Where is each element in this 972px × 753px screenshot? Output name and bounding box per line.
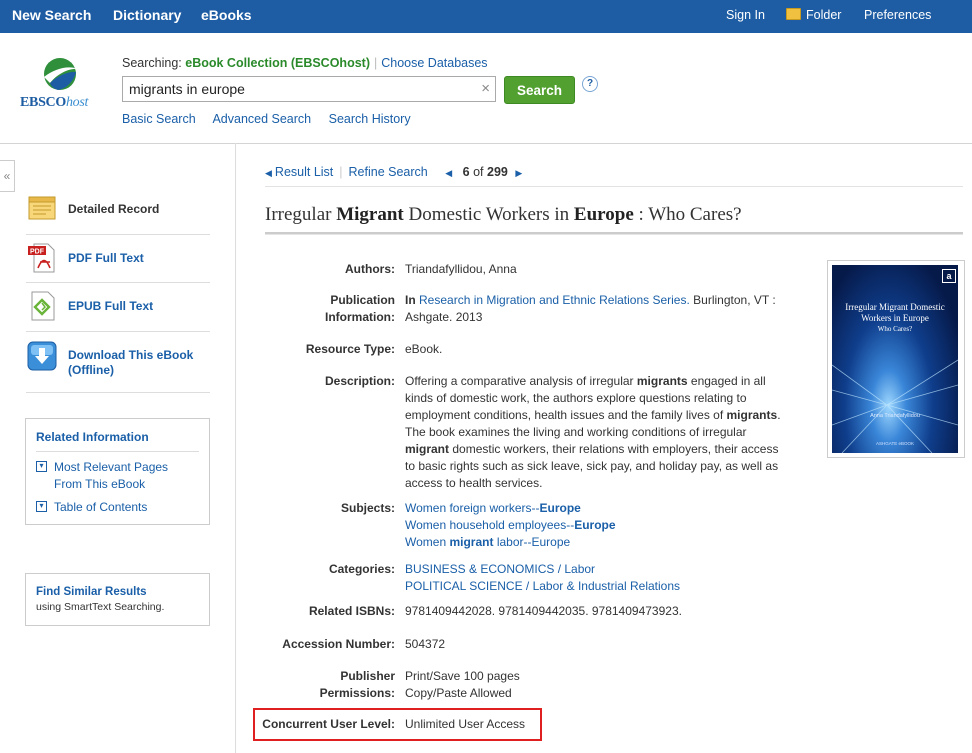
basic-search-link[interactable]: Basic Search — [122, 112, 196, 126]
next-result-arrow[interactable]: ▶ — [515, 168, 522, 178]
subject-link[interactable]: Women foreign workers--Europe — [405, 500, 616, 517]
detailed-record-label: Detailed Record — [68, 202, 160, 216]
cover-title: Irregular Migrant Domestic Workers in Eu… — [845, 302, 945, 323]
previous-result-arrow[interactable]: ◀ — [445, 168, 452, 178]
toc-link-icon: ▾ — [36, 501, 47, 512]
find-similar-box: Find Similar Results using SmartText Sea… — [25, 573, 210, 626]
column-divider — [235, 143, 236, 753]
epub-full-text-label: EPUB Full Text — [68, 299, 154, 313]
search-field: × — [122, 76, 496, 102]
pdf-full-text-item[interactable]: PDF PDF Full Text — [26, 242, 210, 274]
result-position: 6 of 299 — [462, 165, 508, 179]
subjects-list: Women foreign workers--Europe Women hous… — [405, 500, 616, 551]
advanced-search-link[interactable]: Advanced Search — [212, 112, 311, 126]
cover-publisher: ASHGATE eBOOK — [876, 441, 914, 446]
publisher-permissions-value: Print/Save 100 pages Copy/Paste Allowed — [405, 669, 520, 700]
refine-search-link[interactable]: Refine Search — [349, 165, 428, 179]
subject-link[interactable]: Women household employees--Europe — [405, 517, 616, 534]
find-similar-desc: using SmartText Searching. — [36, 601, 165, 613]
detailed-record-icon — [28, 196, 56, 220]
cover-author: Anna Triandafyllidou — [870, 413, 920, 419]
concurrent-user-level-label: Concurrent User Level: — [262, 717, 395, 731]
authors-label: Authors: — [345, 262, 395, 276]
accession-number-value: 504372 — [405, 637, 446, 651]
folder-link[interactable]: Folder — [786, 0, 841, 31]
result-list-link[interactable]: ◀ Result List — [265, 165, 333, 179]
searching-line: Searching: eBook Collection (EBSCOhost) |… — [122, 56, 488, 70]
download-icon — [27, 341, 57, 371]
concurrent-user-level-value: Unlimited User Access — [405, 717, 526, 731]
publisher-permissions-label: Publisher Permissions: — [319, 669, 395, 700]
cover-light-rays-icon — [832, 359, 958, 453]
choose-databases-link[interactable]: Choose Databases — [381, 56, 487, 70]
pdf-full-text-label: PDF Full Text — [68, 251, 144, 265]
related-isbns-label: Related ISBNs: — [308, 604, 395, 618]
help-icon[interactable]: ? — [582, 76, 598, 92]
table-of-contents-link[interactable]: Table of Contents — [54, 499, 147, 516]
category-link[interactable]: BUSINESS & ECONOMICS / Labor — [405, 561, 680, 578]
search-button[interactable]: Search — [504, 76, 575, 104]
epub-icon — [31, 291, 55, 321]
ebooks-link[interactable]: eBooks — [201, 0, 252, 31]
sign-in-link[interactable]: Sign In — [726, 0, 765, 31]
description-value: Offering a comparative analysis of irreg… — [405, 374, 781, 490]
folder-label: Folder — [806, 8, 842, 22]
new-search-link[interactable]: New Search — [12, 0, 91, 31]
related-information-box: Related Information ▾ Most Relevant Page… — [25, 418, 210, 525]
cover-subtitle: Who Cares? — [877, 325, 913, 333]
page-link-icon: ▾ — [36, 461, 47, 472]
download-ebook-label: Download This eBook (Offline) — [68, 348, 194, 377]
related-isbns-value: 9781409442028. 9781409442035. 9781409473… — [405, 604, 682, 618]
download-ebook-item[interactable]: Download This eBook (Offline) — [26, 340, 210, 380]
result-navigation: ◀ Result List | Refine Search ◀ 6 of 299 ▶ — [265, 165, 523, 179]
most-relevant-pages-link[interactable]: Most Relevant Pages From This eBook — [54, 459, 194, 493]
find-similar-link[interactable]: Find Similar Results — [36, 586, 147, 598]
search-input[interactable] — [129, 80, 469, 98]
clear-search-icon[interactable]: × — [481, 80, 490, 98]
series-link[interactable]: Research in Migration and Ethnic Relatio… — [419, 293, 690, 307]
database-name: eBook Collection (EBSCOhost) — [185, 56, 370, 70]
subject-link[interactable]: Women migrant labor--Europe — [405, 534, 616, 551]
categories-label: Categories: — [328, 562, 395, 576]
epub-full-text-item[interactable]: EPUB Full Text — [26, 290, 210, 322]
detailed-record-item[interactable]: Detailed Record — [26, 193, 210, 225]
search-header: EBSCOhost Searching: eBook Collection (E… — [0, 33, 972, 144]
ebsco-globe-icon — [44, 58, 78, 90]
ebscohost-logo[interactable]: EBSCOhost — [20, 55, 104, 115]
accession-number-label: Accession Number: — [282, 637, 395, 651]
category-link[interactable]: POLITICAL SCIENCE / Labor & Industrial R… — [405, 578, 680, 595]
publication-info-value: In Research in Migration and Ethnic Rela… — [405, 293, 776, 324]
related-information-title: Related Information — [36, 430, 149, 444]
pdf-icon: PDF — [28, 243, 55, 273]
dictionary-link[interactable]: Dictionary — [113, 0, 181, 31]
author-link[interactable]: Triandafyllidou, Anna — [405, 261, 517, 278]
searching-label: Searching: — [122, 56, 182, 70]
pdf-badge-text: PDF — [30, 249, 45, 256]
resource-type-label: Resource Type: — [305, 342, 395, 356]
publication-info-label: Publication Information: — [325, 293, 395, 324]
search-mode-links: Basic Search Advanced Search Search Hist… — [122, 112, 425, 126]
preferences-link[interactable]: Preferences — [864, 0, 931, 31]
folder-icon — [786, 8, 801, 20]
resource-type-value: eBook. — [405, 342, 443, 356]
collapse-panel-button[interactable]: « — [0, 160, 15, 192]
record-title: Irregular Migrant Domestic Workers in Eu… — [265, 204, 742, 225]
description-label: Description: — [324, 374, 395, 388]
categories-list: BUSINESS & ECONOMICS / Labor POLITICAL S… — [405, 561, 680, 595]
subjects-label: Subjects: — [340, 501, 395, 515]
book-cover-image: a Irregular Migrant Domestic Workers in … — [832, 265, 958, 453]
search-history-link[interactable]: Search History — [329, 112, 411, 126]
publisher-logo: a — [942, 269, 956, 283]
top-navigation-bar: New Search Dictionary eBooks Sign In Fol… — [0, 0, 972, 33]
logo-wordmark: EBSCOhost — [20, 95, 89, 110]
book-cover[interactable]: a Irregular Migrant Domestic Workers in … — [827, 260, 965, 458]
